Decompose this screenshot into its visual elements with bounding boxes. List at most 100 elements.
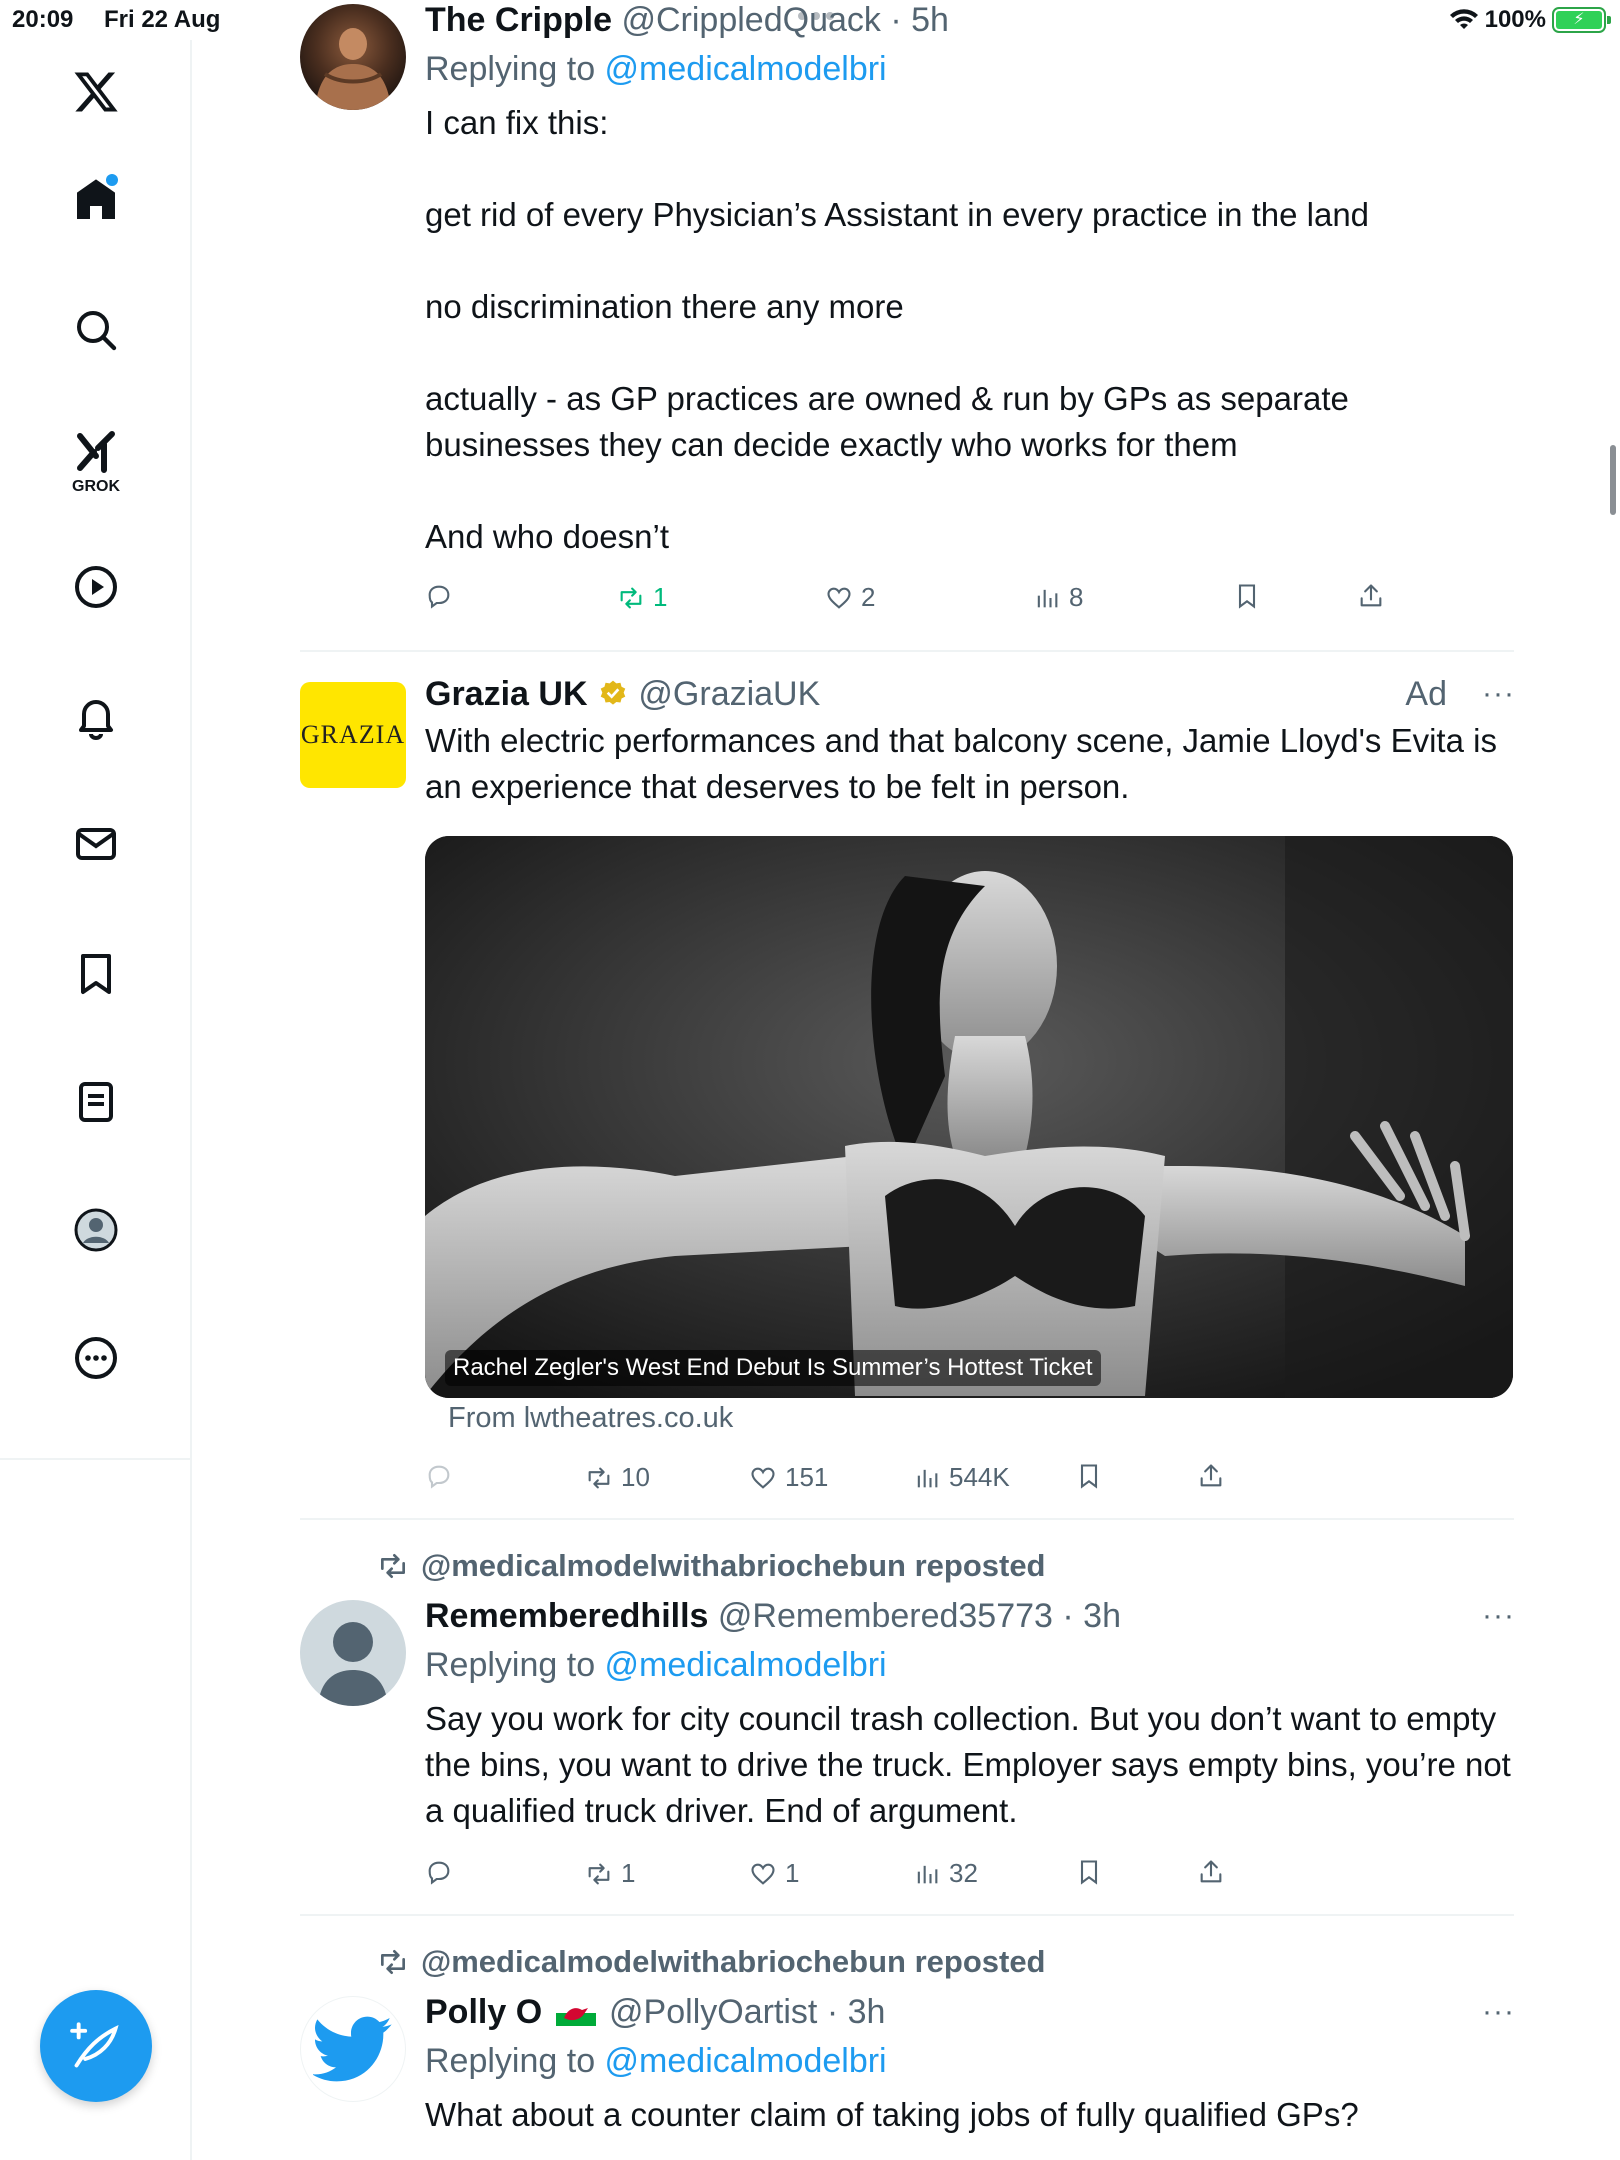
tweet-time: · 5h bbox=[890, 1, 949, 39]
replying-to: Replying to @medicalmodelbri bbox=[425, 50, 887, 88]
author-handle[interactable]: @Remembered35773 bbox=[718, 1597, 1053, 1635]
repost-button[interactable]: 1 bbox=[617, 582, 667, 613]
like-button[interactable]: 1 bbox=[749, 1858, 799, 1889]
author-handle[interactable]: @CrippledQuack bbox=[621, 1, 880, 39]
bookmark-button[interactable] bbox=[1075, 1462, 1103, 1490]
reply-icon bbox=[428, 585, 450, 609]
replying-to-link[interactable]: @medicalmodelbri bbox=[605, 50, 887, 88]
replying-to: Replying to @medicalmodelbri bbox=[425, 2042, 887, 2080]
mail-icon[interactable] bbox=[64, 812, 128, 876]
ad-media-card[interactable]: Rachel Zegler's West End Debut Is Summer… bbox=[425, 836, 1513, 1398]
tweet-time: · 3h bbox=[1062, 1597, 1121, 1635]
tweet-header: Rememberedhills @Remembered35773 · 3h ··… bbox=[425, 1596, 1515, 1636]
bookmark-icon[interactable] bbox=[64, 942, 128, 1006]
author-handle[interactable]: @PollyOartist bbox=[609, 1993, 817, 2031]
replying-to-link[interactable]: @medicalmodelbri bbox=[605, 1646, 887, 1684]
profile-avatar-icon[interactable] bbox=[64, 1198, 128, 1262]
author-name[interactable]: Polly O bbox=[425, 1993, 542, 2031]
tweet-text: With electric performances and that balc… bbox=[425, 722, 1507, 805]
tweet[interactable]: Rememberedhills @Remembered35773 · 3h ··… bbox=[300, 1596, 1514, 1906]
share-button[interactable] bbox=[1197, 1462, 1225, 1490]
home-icon[interactable] bbox=[64, 168, 128, 232]
tweet-divider bbox=[300, 1518, 1514, 1520]
share-icon bbox=[1200, 1464, 1222, 1487]
repost-icon bbox=[381, 1950, 405, 1974]
tweet-text: What about a counter claim of taking job… bbox=[425, 2096, 1359, 2133]
ad-label: Ad bbox=[1405, 675, 1447, 713]
tweet[interactable]: The Cripple @CrippledQuack · 5h Replying… bbox=[300, 0, 1514, 650]
compose-feather-icon bbox=[70, 2022, 119, 2068]
views-icon bbox=[1037, 589, 1058, 607]
tweet-text: Say you work for city council trash coll… bbox=[425, 1700, 1521, 1829]
reply-button[interactable] bbox=[425, 1462, 461, 1490]
sidebar-divider bbox=[0, 1458, 192, 1460]
repost-button[interactable]: 10 bbox=[585, 1462, 650, 1493]
tweet-ad[interactable]: GRAZIA Grazia UK @GraziaUK Ad ··· With e… bbox=[300, 670, 1514, 1520]
scrollbar[interactable] bbox=[1610, 445, 1616, 515]
repost-context[interactable]: @medicalmodelwithabriochebun reposted bbox=[377, 1944, 1046, 1980]
repost-icon bbox=[588, 1467, 610, 1488]
like-button[interactable]: 2 bbox=[825, 582, 875, 613]
tweet-actions: 1 1 32 bbox=[425, 1858, 1515, 1898]
views-button[interactable]: 544K bbox=[913, 1462, 1010, 1493]
author-name[interactable]: The Cripple bbox=[425, 1, 612, 39]
ad-source[interactable]: From lwtheatres.co.uk bbox=[448, 1402, 733, 1435]
more-icon[interactable] bbox=[64, 1326, 128, 1390]
bookmark-icon bbox=[1080, 1464, 1098, 1489]
heart-icon bbox=[827, 587, 851, 609]
search-icon[interactable] bbox=[64, 298, 128, 362]
status-time: 20:09 bbox=[12, 6, 74, 33]
replying-to-link[interactable]: @medicalmodelbri bbox=[605, 2042, 887, 2080]
reply-button[interactable] bbox=[425, 582, 461, 610]
tweet-actions: 1 2 8 bbox=[425, 582, 1515, 622]
tweet[interactable]: Polly O @PollyOartist · 3h ··· Replying … bbox=[300, 1992, 1514, 2160]
repost-icon bbox=[588, 1863, 610, 1884]
tweet-time: · 3h bbox=[826, 1993, 886, 2031]
author-name[interactable]: Grazia UK bbox=[425, 675, 588, 713]
grok-label: GROK bbox=[72, 478, 120, 495]
bell-icon[interactable] bbox=[64, 684, 128, 748]
more-options-icon[interactable]: ··· bbox=[1482, 1992, 1515, 2032]
heart-icon bbox=[751, 1467, 775, 1489]
grazia-logo: GRAZIA bbox=[300, 720, 406, 749]
share-button[interactable] bbox=[1357, 582, 1385, 610]
author-name[interactable]: Rememberedhills bbox=[425, 1597, 708, 1635]
bookmark-button[interactable] bbox=[1075, 1858, 1103, 1886]
video-play-icon[interactable] bbox=[64, 555, 128, 619]
views-button[interactable]: 8 bbox=[1033, 582, 1083, 613]
verified-badge-icon bbox=[600, 680, 626, 705]
advertiser-avatar[interactable]: GRAZIA bbox=[300, 682, 406, 788]
reply-button[interactable] bbox=[425, 1858, 461, 1886]
share-icon bbox=[1200, 1860, 1222, 1883]
home-notification-dot bbox=[106, 174, 118, 186]
timeline: The Cripple @CrippledQuack · 5h Replying… bbox=[192, 0, 1620, 2160]
lists-icon[interactable] bbox=[64, 1070, 128, 1134]
avatar[interactable] bbox=[300, 4, 406, 110]
compose-button[interactable] bbox=[40, 1990, 152, 2102]
like-button[interactable]: 151 bbox=[749, 1462, 828, 1493]
bookmark-button[interactable] bbox=[1233, 582, 1261, 610]
repost-context[interactable]: @medicalmodelwithabriochebun reposted bbox=[377, 1548, 1046, 1584]
share-icon bbox=[1360, 584, 1382, 607]
author-handle[interactable]: @GraziaUK bbox=[638, 675, 820, 713]
tweet-header: Grazia UK @GraziaUK Ad ··· bbox=[425, 674, 1515, 714]
views-icon bbox=[917, 1865, 938, 1883]
tweet-divider bbox=[300, 1914, 1514, 1916]
default-avatar[interactable] bbox=[300, 1600, 406, 1706]
more-options-icon[interactable]: ··· bbox=[1482, 674, 1515, 714]
tweet-divider bbox=[300, 650, 1514, 652]
repost-button[interactable]: 1 bbox=[585, 1858, 635, 1889]
repost-icon bbox=[381, 1554, 405, 1578]
views-icon bbox=[917, 1469, 938, 1487]
grok-icon[interactable] bbox=[64, 420, 128, 484]
avatar[interactable] bbox=[300, 1996, 406, 2102]
more-options-icon[interactable]: ··· bbox=[1482, 1596, 1515, 1636]
tweet-actions: 10 151 544K bbox=[425, 1462, 1515, 1502]
share-button[interactable] bbox=[1197, 1858, 1225, 1886]
tweet-header: The Cripple @CrippledQuack · 5h bbox=[425, 0, 1515, 40]
views-button[interactable]: 32 bbox=[913, 1858, 978, 1889]
tweet-header: Polly O @PollyOartist · 3h ··· bbox=[425, 1992, 1515, 2032]
tweet-text: I can fix this: get rid of every Physici… bbox=[425, 104, 1370, 555]
heart-icon bbox=[751, 1863, 775, 1885]
x-logo-icon[interactable] bbox=[64, 60, 128, 124]
